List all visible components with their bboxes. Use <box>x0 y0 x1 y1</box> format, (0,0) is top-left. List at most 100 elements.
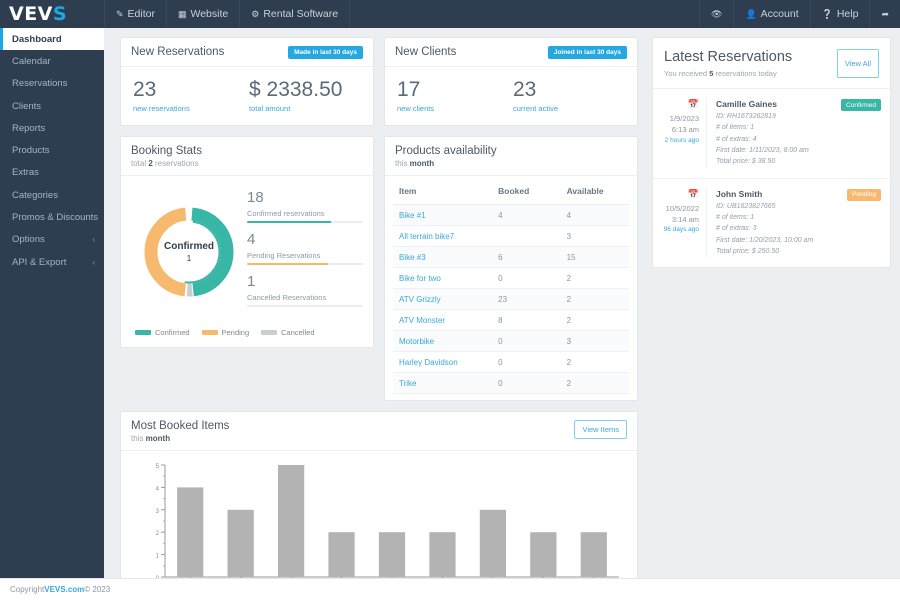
view-all-button[interactable]: View All <box>836 49 879 78</box>
top-nav-website[interactable]: ▦ Website <box>167 0 241 28</box>
reservation-time: 6:13 am <box>671 125 699 135</box>
footer-link[interactable]: VEVS.com <box>44 585 84 594</box>
cell-available: 15 <box>560 246 629 269</box>
client-name: Camille Gaines <box>716 99 777 109</box>
sidebar-item-options[interactable]: Options ‹ <box>0 229 104 251</box>
stat-label[interactable]: current active <box>513 104 627 113</box>
account-button[interactable]: 👤 Account <box>733 0 809 28</box>
sidebar-item-label: Reservations <box>12 78 68 90</box>
booking-stat-confirmed: 18 Confirmed reservations <box>247 189 363 224</box>
stat-label[interactable]: new clients <box>397 104 511 113</box>
view-items-button[interactable]: View Items <box>574 420 627 440</box>
sidebar-item-api-export[interactable]: API & Export ‹ <box>0 251 104 273</box>
table-row: All terrain bike7 3 <box>393 225 629 248</box>
donut-svg <box>144 207 234 297</box>
progress-track <box>247 220 363 224</box>
page-title: Booking Stats <box>131 145 202 158</box>
grid-icon: ▦ <box>177 8 187 19</box>
stat-label: Cancelled Reservations <box>247 292 327 302</box>
legend-item-pending: Pending <box>201 328 250 338</box>
reservation-extras-count: # of extras: 3 <box>716 225 757 233</box>
product-link[interactable]: Harley Davidson <box>399 358 458 367</box>
product-link[interactable]: ATV Monster <box>399 316 445 325</box>
logo[interactable]: VEV S <box>0 0 104 28</box>
card-new-clients: New Clients Joined in last 30 days 17 ne… <box>384 37 638 127</box>
sidebar-item-categories[interactable]: Categories <box>0 184 104 206</box>
client-name: John Smith <box>716 188 763 199</box>
column-header-available: Available <box>560 180 629 206</box>
reservation-date: 10/5/2022 <box>665 203 699 213</box>
product-link[interactable]: Motorbike <box>399 337 434 346</box>
legend-label: Cancelled <box>281 328 315 338</box>
user-icon: 👤 <box>745 8 757 19</box>
top-nav-editor[interactable]: ✎ Editor <box>104 0 167 28</box>
sidebar-item-calendar[interactable]: Calendar <box>0 50 104 72</box>
product-link[interactable]: Bike for two <box>399 274 441 283</box>
cell-available: 4 <box>560 204 629 227</box>
products-table: Item Booked Available Bike #1 4 4 All te… <box>393 180 629 395</box>
column-header-booked: Booked <box>492 180 561 206</box>
calendar-icon: 📅 <box>687 99 699 109</box>
stat-current-active: 23 current active <box>511 77 627 115</box>
table-row: ATV Grizzly 23 2 <box>393 288 629 311</box>
product-link[interactable]: Bike #3 <box>399 253 426 262</box>
svg-text:2: 2 <box>156 531 160 537</box>
logout-button[interactable]: ➦ <box>869 0 900 28</box>
table-row: Bike #3 6 15 <box>393 246 629 269</box>
sidebar-item-promos-discounts[interactable]: Promos & Discounts <box>0 206 104 228</box>
cell-booked: 4 <box>492 204 561 227</box>
sidebar-item-dashboard[interactable]: Dashboard <box>0 28 104 51</box>
table-header-row: Item Booked Available <box>393 180 629 206</box>
sidebar-item-label: Reports <box>12 122 46 134</box>
card-header: Products availability this month <box>385 137 637 177</box>
reservation-id: ID: RH1673262819 <box>716 113 776 120</box>
right-column: Latest Reservations You received 5 reser… <box>652 37 891 578</box>
product-link[interactable]: Trike <box>399 379 416 388</box>
preview-button[interactable]: 👁 <box>699 0 733 28</box>
reservation-time: 3:14 am <box>671 214 699 224</box>
card-subtitle: this month <box>395 159 435 169</box>
sidebar-item-reports[interactable]: Reports <box>0 117 104 139</box>
sidebar-item-label: Calendar <box>12 55 51 67</box>
sidebar-item-label: Promos & Discounts <box>12 212 99 224</box>
help-button[interactable]: ❔ Help <box>809 0 870 28</box>
sidebar-item-label: API & Export <box>12 256 67 268</box>
card-header: Latest Reservations You received 5 reser… <box>653 38 890 89</box>
sidebar-item-clients[interactable]: Clients <box>0 95 104 117</box>
status-badge: Pending <box>847 188 881 201</box>
legend-label: Pending <box>221 328 250 338</box>
cell-available: 2 <box>560 288 629 311</box>
reservation-total-price: Total price: $ 250.50 <box>716 247 780 255</box>
card-booking-stats: Booking Stats total 2 reservations Confi… <box>120 136 374 349</box>
reservation-extras-count: # of extras: 4 <box>716 135 757 143</box>
sidebar-item-reservations[interactable]: Reservations <box>0 73 104 95</box>
list-item[interactable]: 📅 1/9/2023 6:13 am 2 hours ago Camille G… <box>653 89 890 179</box>
reservation-items-count: # of items: 1 <box>716 124 755 132</box>
stat-value: 18 <box>247 189 264 207</box>
sidebar-item-extras[interactable]: Extras <box>0 162 104 184</box>
sidebar-item-label: Options <box>12 234 45 246</box>
footer-year: © 2023 <box>84 585 111 594</box>
legend-item-cancelled: Cancelled <box>261 328 315 338</box>
reservation-id: ID: UB1623827665 <box>716 202 776 210</box>
reservation-items-count: # of items: 1 <box>716 213 755 221</box>
product-link[interactable]: Bike #1 <box>399 211 426 220</box>
status-badge: Joined in last 30 days <box>547 46 627 59</box>
reservation-date-block: 📅 10/5/2022 3:14 am 96 days ago <box>657 188 707 258</box>
cell-booked: 6 <box>492 246 561 269</box>
left-column: New Reservations Made in last 30 days 23… <box>120 37 638 578</box>
main-content: New Reservations Made in last 30 days 23… <box>104 28 900 578</box>
product-link[interactable]: All terrain bike7 <box>399 232 454 241</box>
sidebar-item-products[interactable]: Products <box>0 139 104 161</box>
top-nav: ✎ Editor ▦ Website ⚙ Rental Software <box>104 0 351 28</box>
stat-label[interactable]: new reservations <box>133 104 247 113</box>
cell-available: 2 <box>560 351 629 374</box>
top-nav-rental-software[interactable]: ⚙ Rental Software <box>240 0 351 28</box>
table-row: Bike #1 4 4 <box>393 204 629 227</box>
stat-label[interactable]: total amount <box>249 104 363 113</box>
product-link[interactable]: ATV Grizzly <box>399 295 441 304</box>
table-row: Bike for two 0 2 <box>393 267 629 290</box>
top-nav-right: 👁 👤 Account ❔ Help ➦ <box>699 0 900 28</box>
list-item[interactable]: 📅 10/5/2022 3:14 am 96 days ago John Smi… <box>653 179 890 268</box>
status-badge: Confirmed <box>841 99 881 111</box>
